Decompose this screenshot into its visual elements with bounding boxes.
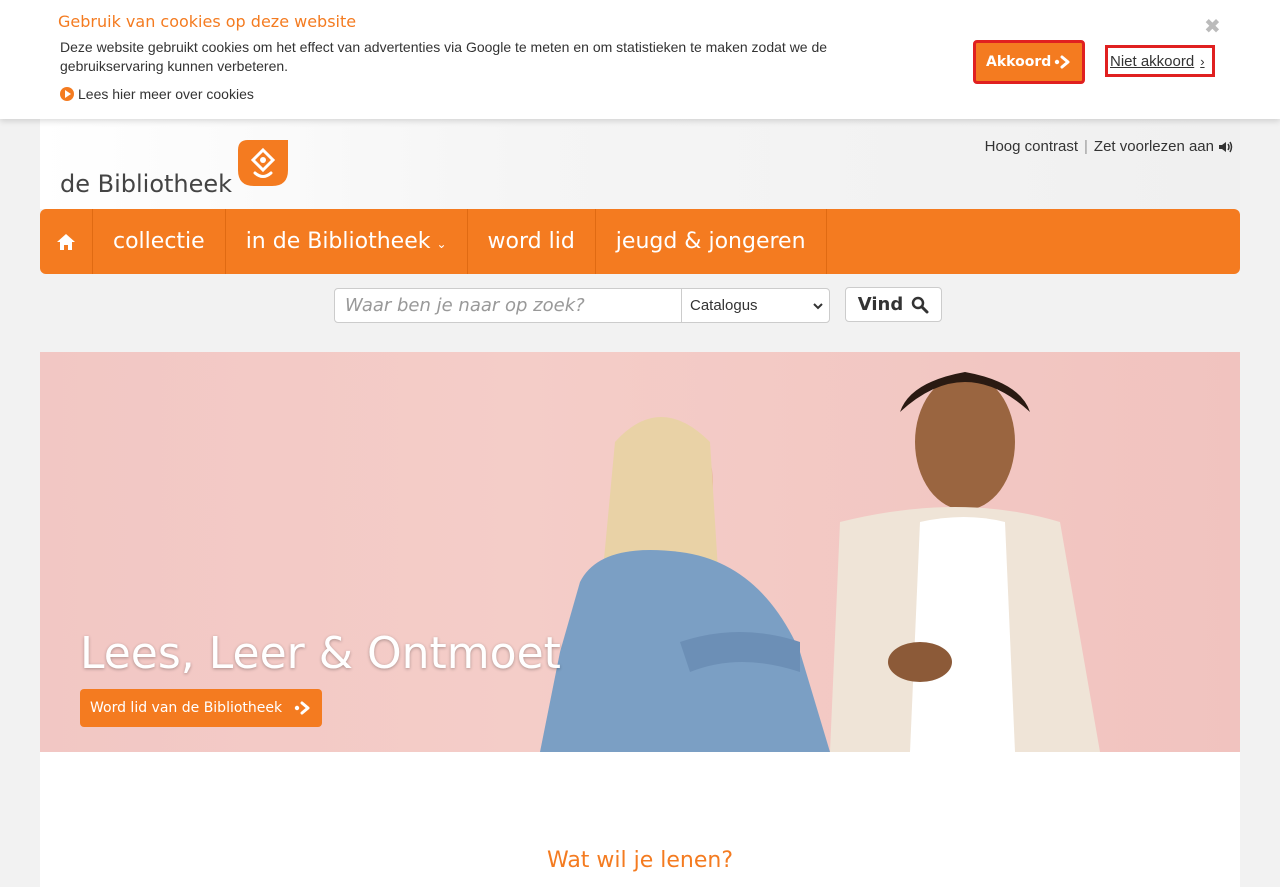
chevron-right-icon: › [1200,53,1205,69]
arrow-dots-icon [1054,55,1070,69]
nav-item-label: jeugd & jongeren [615,229,806,254]
nav-home[interactable] [40,209,93,274]
nav-item-jeugd-jongeren[interactable]: jeugd & jongeren [596,209,827,274]
accept-label: Akkoord [986,54,1052,70]
logo-text[interactable]: de Bibliotheek [60,170,232,198]
nav-item-collectie[interactable]: collectie [93,209,226,274]
logo-icon[interactable] [238,140,288,186]
cookie-more-link[interactable]: Lees hier meer over cookies [60,86,254,102]
home-icon [57,233,75,250]
arrow-dots-icon [294,701,310,715]
hero-banner: Lees, Leer & Ontmoet Word lid van de Bib… [40,352,1240,752]
nav-item-label: collectie [113,229,205,254]
search-scope-select[interactable]: Catalogus [681,289,829,322]
search-icon [911,296,929,313]
hero-title: Lees, Leer & Ontmoet [80,628,561,679]
decline-label: Niet akkoord [1110,52,1195,70]
play-icon [60,87,74,101]
top-links: Hoog contrast | Zet voorlezen aan [985,138,1236,155]
divider: | [1084,138,1088,155]
chevron-down-icon [813,302,823,309]
nav-item-label: in de Bibliotheek [245,229,431,254]
decline-button[interactable]: Niet akkoord › [1105,45,1215,77]
chevron-down-icon: ⌄ [436,236,447,251]
cookie-title: Gebruik van cookies op deze website [58,12,357,31]
nav-item-word-lid[interactable]: word lid [468,209,596,274]
close-icon[interactable]: ✖ [1204,14,1221,39]
nav-item-in-de-bibliotheek[interactable]: in de Bibliotheek ⌄ [226,209,468,274]
search-bar: Catalogus [334,288,830,323]
section-title: Wat wil je lenen? [546,848,734,873]
cookie-more-label: Lees hier meer over cookies [78,86,254,102]
high-contrast-link[interactable]: Hoog contrast [985,138,1078,155]
speaker-icon[interactable] [1218,140,1236,154]
become-member-button[interactable]: Word lid van de Bibliotheek [80,689,322,727]
main-content: Wat wil je lenen? [40,752,1240,887]
find-label: Vind [857,294,904,315]
hero-cta-label: Word lid van de Bibliotheek [90,700,283,716]
search-scope-value: Catalogus [690,297,758,314]
find-button[interactable]: Vind [845,287,942,322]
main-nav: collectie in de Bibliotheek ⌄ word lid j… [40,209,1240,274]
cookie-text: Deze website gebruikt cookies om het eff… [60,39,828,74]
nav-item-label: word lid [487,229,575,254]
accept-button[interactable]: Akkoord [973,40,1085,84]
search-input[interactable] [335,289,681,322]
read-aloud-link[interactable]: Zet voorlezen aan [1094,138,1214,155]
cookie-banner: Gebruik van cookies op deze website Deze… [0,0,1280,119]
